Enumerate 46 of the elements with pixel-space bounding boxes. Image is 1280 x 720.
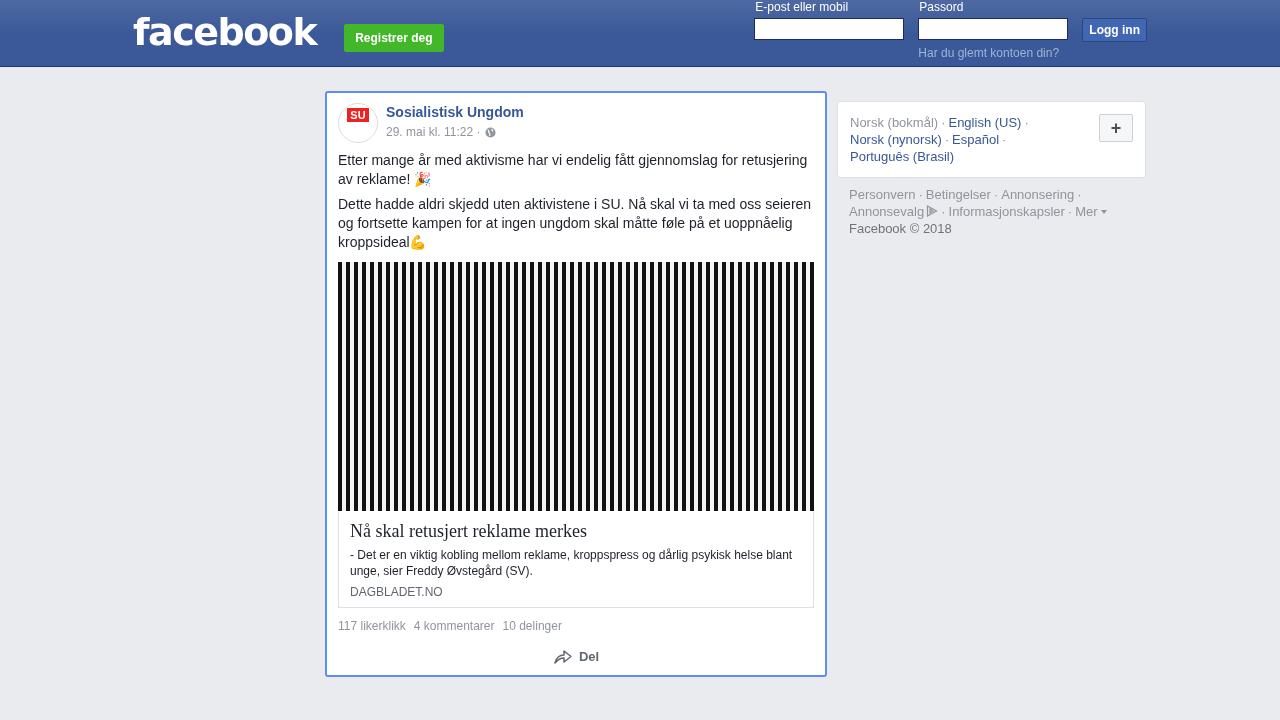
link-preview-card[interactable]: Nå skal retusjert reklame merkes - Det er en viktig kobling mellom reklame, kroppspress og dårlig psykisk helse blant unge, sier Freddy Øvstegård (SV). DAGBLADET.NO	[338, 262, 814, 608]
separator: ·	[1077, 187, 1082, 202]
footer-link[interactable]: Annonsering	[1001, 187, 1075, 202]
email-field[interactable]	[754, 18, 905, 40]
post-timestamp[interactable]: 29. mai kl. 11:22 ·	[386, 125, 481, 139]
footer-link[interactable]: Mer	[1075, 204, 1098, 219]
separator: ·	[1067, 204, 1073, 219]
globe-icon	[484, 126, 496, 138]
register-button[interactable]: Registrer deg	[344, 24, 444, 52]
post-stat-link[interactable]: 117 likerklikk	[338, 619, 406, 633]
separator: ·	[993, 187, 999, 202]
adchoices-icon	[926, 205, 939, 217]
separator: ·	[941, 204, 946, 219]
language-link[interactable]: Português (Brasil)	[850, 149, 955, 164]
link-title: Nå skal retusjert reklame merkes	[350, 521, 588, 542]
separator: ·	[941, 115, 946, 130]
password-field[interactable]	[918, 18, 1069, 40]
link-description: - Det er en viktig kobling mellom reklame, kroppspress og dårlig psykisk helse blant unge, sier Freddy Øvstegård (SV).	[350, 547, 794, 579]
separator: ·	[1024, 115, 1029, 130]
forgot-account-link[interactable]: Har du glemt kontoen din?	[918, 46, 1069, 60]
post-text: Etter mange år med aktivisme har vi endelig fått gjennomslag for retusjering av reklame! 🎉	[338, 151, 809, 189]
footer-link[interactable]: Informasjonskapsler	[948, 204, 1065, 219]
share-arrow-icon	[552, 647, 573, 665]
language-link[interactable]: English (US)	[948, 115, 1022, 130]
language-link[interactable]: Norsk (bokmål)	[850, 115, 939, 130]
footer-link[interactable]: Annonsevalg	[849, 204, 925, 219]
post-stat-link[interactable]: 4 kommentarer	[413, 619, 495, 633]
copyright-text: Facebook © 2018	[849, 220, 953, 237]
link-domain: DAGBLADET.NO	[350, 585, 444, 599]
separator: ·	[918, 187, 923, 202]
caret-icon	[1100, 210, 1107, 214]
post-text: Dette hadde aldri skjedd uten aktivistene i SU. Nå skal vi ta med oss seieren og fortsette kampen for at ingen ungdom skal måtte føle på et uoppnåelig kroppsideal💪	[338, 195, 813, 252]
separator: ·	[1002, 132, 1007, 147]
language-link[interactable]: Norsk (nynorsk)	[850, 132, 942, 147]
author-link[interactable]: Sosialistisk Ungdom	[386, 104, 524, 120]
footer-link[interactable]: Betingelser	[925, 187, 991, 202]
email-label: E-post eller mobil	[754, 0, 850, 16]
share-button[interactable]: Del	[548, 645, 604, 667]
login-button[interactable]: Logg inn	[1082, 18, 1147, 42]
language-link[interactable]: Español	[952, 132, 1000, 147]
post-stat-link[interactable]: 10 delinger	[502, 619, 562, 633]
add-language-button[interactable]: +	[1099, 114, 1133, 142]
password-label: Passord	[918, 0, 965, 16]
facebook-logo[interactable]: facebook	[133, 10, 317, 54]
footer-link[interactable]: Personvern	[849, 187, 916, 202]
separator: ·	[944, 132, 950, 147]
